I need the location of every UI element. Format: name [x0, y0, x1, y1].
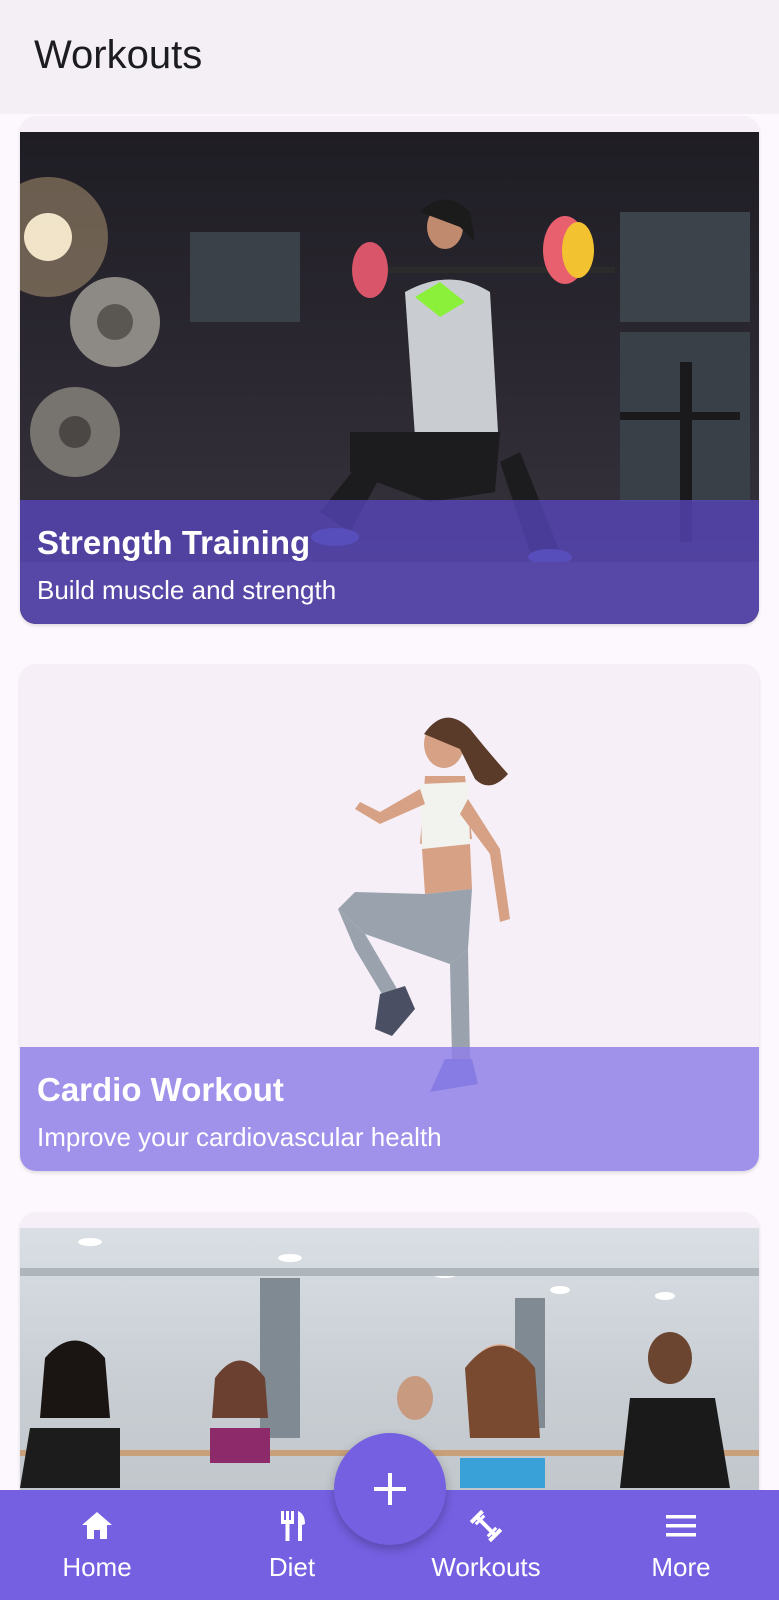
- card-caption: Cardio Workout Improve your cardiovascul…: [20, 1047, 759, 1171]
- dumbbell-icon: [469, 1509, 503, 1543]
- page-title: Workouts: [34, 33, 203, 77]
- nav-label: More: [651, 1552, 711, 1582]
- add-workout-button[interactable]: [334, 1433, 446, 1545]
- nav-item-home[interactable]: Home: [17, 1490, 177, 1600]
- nav-label: Diet: [268, 1552, 316, 1582]
- workout-list[interactable]: Strength Training Build muscle and stren…: [0, 114, 779, 1490]
- card-title: Cardio Workout: [37, 1071, 284, 1108]
- workout-card-strength-training[interactable]: Strength Training Build muscle and stren…: [20, 116, 759, 624]
- nav-label: Home: [62, 1552, 132, 1582]
- nav-item-more[interactable]: More: [601, 1490, 761, 1600]
- plus-icon: [374, 1473, 406, 1505]
- card-caption: Strength Training Build muscle and stren…: [20, 500, 759, 624]
- nav-label: Workouts: [431, 1552, 541, 1582]
- card-subtitle: Build muscle and strength: [37, 575, 337, 605]
- card-subtitle: Improve your cardiovascular health: [37, 1122, 442, 1152]
- app-bar: Workouts: [0, 0, 779, 114]
- menu-icon: [666, 1515, 696, 1537]
- workout-card-cardio[interactable]: Cardio Workout Improve your cardiovascul…: [20, 664, 759, 1171]
- card-title: Strength Training: [37, 524, 311, 561]
- fork-knife-icon: [281, 1511, 305, 1541]
- home-icon: [82, 1512, 112, 1539]
